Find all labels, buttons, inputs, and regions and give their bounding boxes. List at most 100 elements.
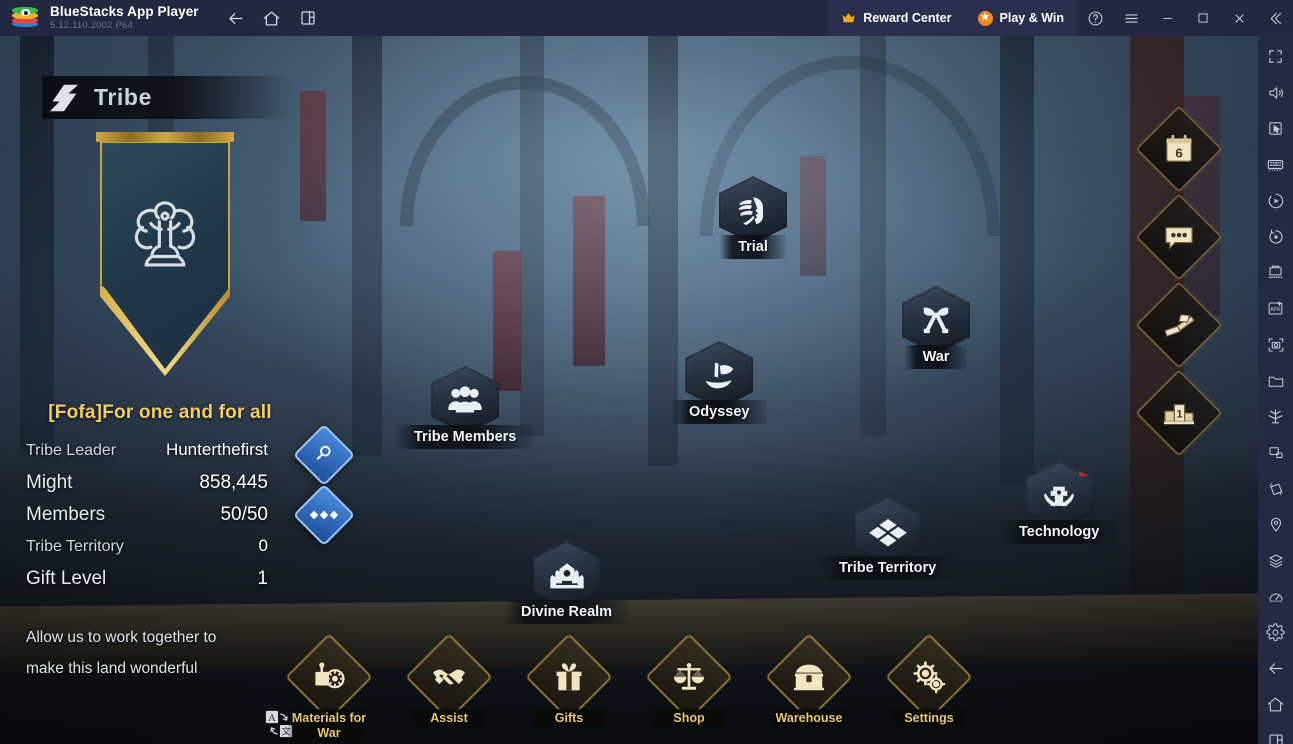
menu-node-label: Tribe Territory [821,556,955,580]
titlebar-nav-group [221,3,323,33]
bluestacks-logo-icon [12,7,38,29]
menu-node-war[interactable]: War [902,286,970,369]
back-arrow-icon[interactable] [1260,653,1291,684]
command-shop[interactable]: Shop [645,633,733,728]
install-apk-icon[interactable]: APK [1260,293,1291,324]
performance-icon[interactable] [1260,581,1291,612]
location-icon[interactable] [1260,509,1291,540]
command-label: Materials for War [287,709,371,743]
tribe-crest-icon [46,83,82,113]
media-folder-icon[interactable] [1260,365,1291,396]
window-controls [1077,0,1293,36]
stat-key: Tribe Leader [26,442,117,459]
macro-record-icon[interactable] [1260,185,1291,216]
home-icon[interactable] [257,3,287,33]
anvil-swords-icon: 3 [1025,461,1094,529]
rotate-icon[interactable] [1260,221,1291,252]
bg-pillar [352,36,382,456]
menu-node-technology[interactable]: 3 Technology [1001,461,1118,544]
rail-button-chat[interactable] [1135,193,1223,281]
play-and-win-button[interactable]: ★ Play & Win [964,0,1077,36]
command-assist[interactable]: Assist [405,633,493,728]
table-row: Tribe Territory 0 [0,536,330,568]
command-materials-for-war[interactable]: Materials for War [285,633,373,743]
stat-key: Might [26,472,73,493]
keyboard-controls-icon[interactable] [1260,149,1291,180]
four-tiles-icon [853,497,922,565]
hamburger-menu-icon[interactable] [1113,0,1149,36]
pip-mode-icon[interactable] [1260,437,1291,468]
podium-icon: 1 [1148,382,1210,444]
bg-arch [400,76,650,226]
home-icon[interactable] [1260,689,1291,720]
play-and-win-label: Play & Win [999,11,1064,25]
magnifier-icon [314,443,334,468]
command-gifts[interactable]: Gifts [525,633,613,728]
multi-instance-manager-icon[interactable] [1260,257,1291,288]
menu-node-odyssey[interactable]: Odyssey [671,341,768,424]
rail-button-mail[interactable] [1135,281,1223,369]
eco-mode-icon[interactable] [1260,401,1291,432]
calendar-icon: 6 [1148,118,1210,180]
table-row: Gift Level 1 [0,568,330,600]
menu-node-tribe-territory[interactable]: Tribe Territory [821,497,955,580]
command-label: Shop [647,709,731,728]
menu-node-tribe-members[interactable]: Tribe Members [396,366,535,449]
recents-icon[interactable] [1260,725,1291,744]
settings-gear-icon[interactable] [1260,617,1291,648]
app-title-block: BlueStacks App Player 5.12.110.2002 P64 [50,5,199,30]
group-people-icon [431,366,500,434]
war-materials-icon [298,646,360,708]
multi-instance-icon[interactable] [293,3,323,33]
game-viewport[interactable]: Tribe [Fofa]For one and for all Tribe Le… [0,36,1258,744]
tribe-crest-banner[interactable] [96,132,234,376]
layers-icon[interactable] [1260,545,1291,576]
stat-value: 858,445 [199,472,268,493]
command-settings[interactable]: Settings [885,633,973,728]
menu-node-trial[interactable]: Trial [719,176,787,259]
valkyrie-head-icon [719,176,787,244]
bluestacks-sidebar: APK [1258,36,1293,744]
back-icon[interactable] [221,3,251,33]
svg-text:1: 1 [1176,409,1182,421]
menu-node-label: Tribe Members [396,425,535,449]
bg-banner [800,156,826,276]
svg-text:6: 6 [1175,146,1182,161]
bluestacks-window: BlueStacks App Player 5.12.110.2002 P64 … [0,0,1293,744]
cursor-pointer-icon[interactable] [1260,113,1291,144]
stat-key: Tribe Territory [26,538,124,555]
game-right-rail: 6 1 [1135,105,1223,470]
star-badge-icon: ★ [977,10,993,26]
minimize-icon[interactable] [1149,0,1185,36]
fullscreen-icon[interactable] [1260,41,1291,72]
shake-icon[interactable] [1260,473,1291,504]
volume-icon[interactable] [1260,77,1291,108]
menu-node-divine-realm[interactable]: Divine Realm [503,541,631,624]
rail-button-rankings[interactable]: 1 [1135,369,1223,457]
stat-key: Members [26,504,106,525]
table-row: Members 50/50 [0,504,330,536]
help-circle-icon[interactable] [1077,0,1113,36]
app-version: 5.12.110.2002 P64 [50,19,133,31]
app-name: BlueStacks App Player [50,4,199,20]
screenshot-icon[interactable] [1260,329,1291,360]
maximize-icon[interactable] [1185,0,1221,36]
stat-value: 0 [258,536,268,555]
command-label: Warehouse [767,709,851,728]
menu-node-label: Divine Realm [503,600,631,624]
page-title-label: Tribe [94,84,152,110]
bg-banner [573,196,605,366]
stat-value: 1 [257,568,268,589]
table-row: Tribe Leader Hunterthefirst [0,440,330,472]
temple-icon [532,541,601,609]
rail-button-events[interactable]: 6 [1135,105,1223,193]
close-icon[interactable] [1221,0,1257,36]
bg-pillar [1000,36,1034,486]
reward-center-button[interactable]: Reward Center [828,0,965,36]
command-label: Gifts [527,709,611,728]
svg-text:APK: APK [1270,307,1281,313]
double-chevron-left-icon[interactable] [1257,0,1293,36]
handshake-icon [418,646,480,708]
open-book-icon [1148,294,1210,356]
command-warehouse[interactable]: Warehouse [765,633,853,728]
